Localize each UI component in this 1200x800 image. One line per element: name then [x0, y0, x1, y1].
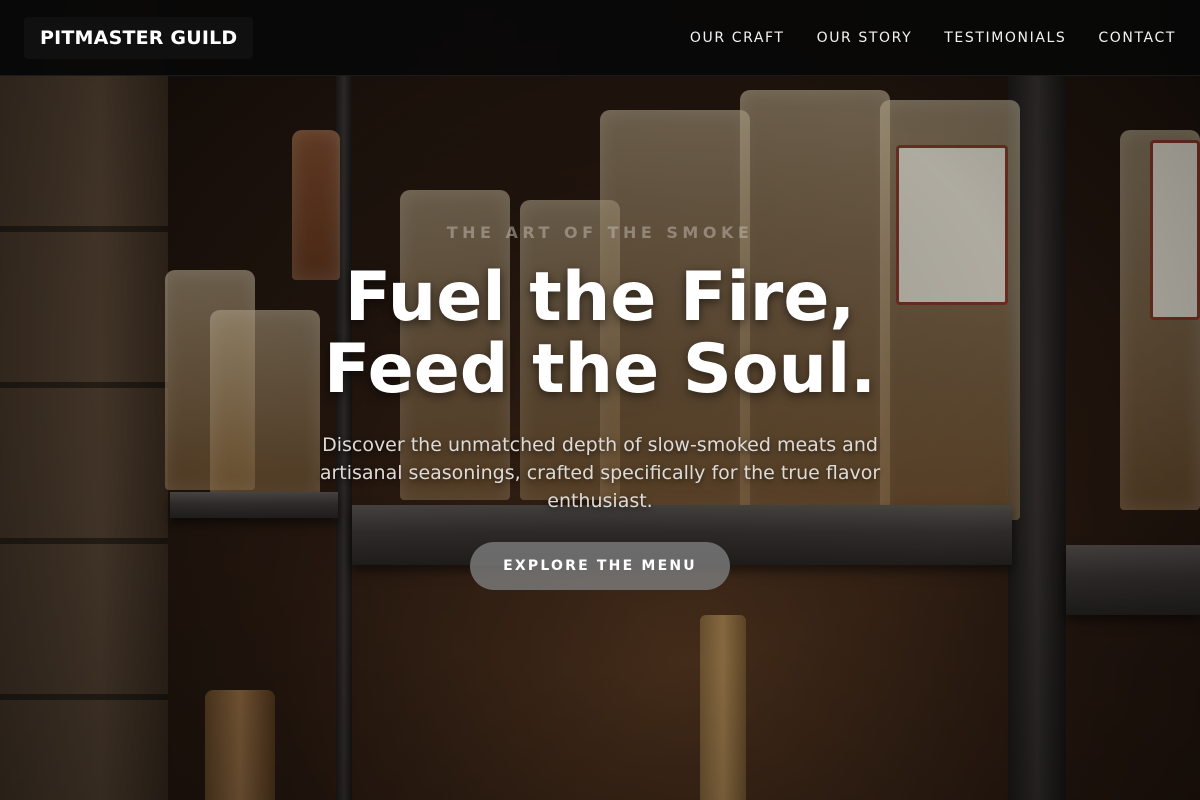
brand-logo[interactable]: PITMASTER GUILD: [24, 16, 254, 59]
top-navbar: PITMASTER GUILD OUR CRAFT OUR STORY TEST…: [0, 0, 1200, 76]
nav-link-our-craft[interactable]: OUR CRAFT: [690, 30, 785, 46]
nav-link-contact[interactable]: CONTACT: [1098, 30, 1176, 46]
nav-links: OUR CRAFT OUR STORY TESTIMONIALS CONTACT: [690, 30, 1176, 46]
hero-headline: Fuel the Fire, Feed the Soul.: [0, 262, 1200, 406]
nav-link-our-story[interactable]: OUR STORY: [817, 30, 913, 46]
hero-eyebrow: THE ART OF THE SMOKE: [446, 223, 754, 242]
hero-subtext: Discover the unmatched depth of slow-smo…: [319, 434, 881, 512]
headline-line-2: Feed the Soul.: [323, 330, 877, 409]
explore-menu-button[interactable]: EXPLORE THE MENU: [470, 542, 730, 590]
nav-link-testimonials[interactable]: TESTIMONIALS: [944, 30, 1066, 46]
headline-line-1: Fuel the Fire,: [344, 258, 856, 337]
hero-section: THE ART OF THE SMOKE Fuel the Fire, Feed…: [0, 76, 1200, 800]
